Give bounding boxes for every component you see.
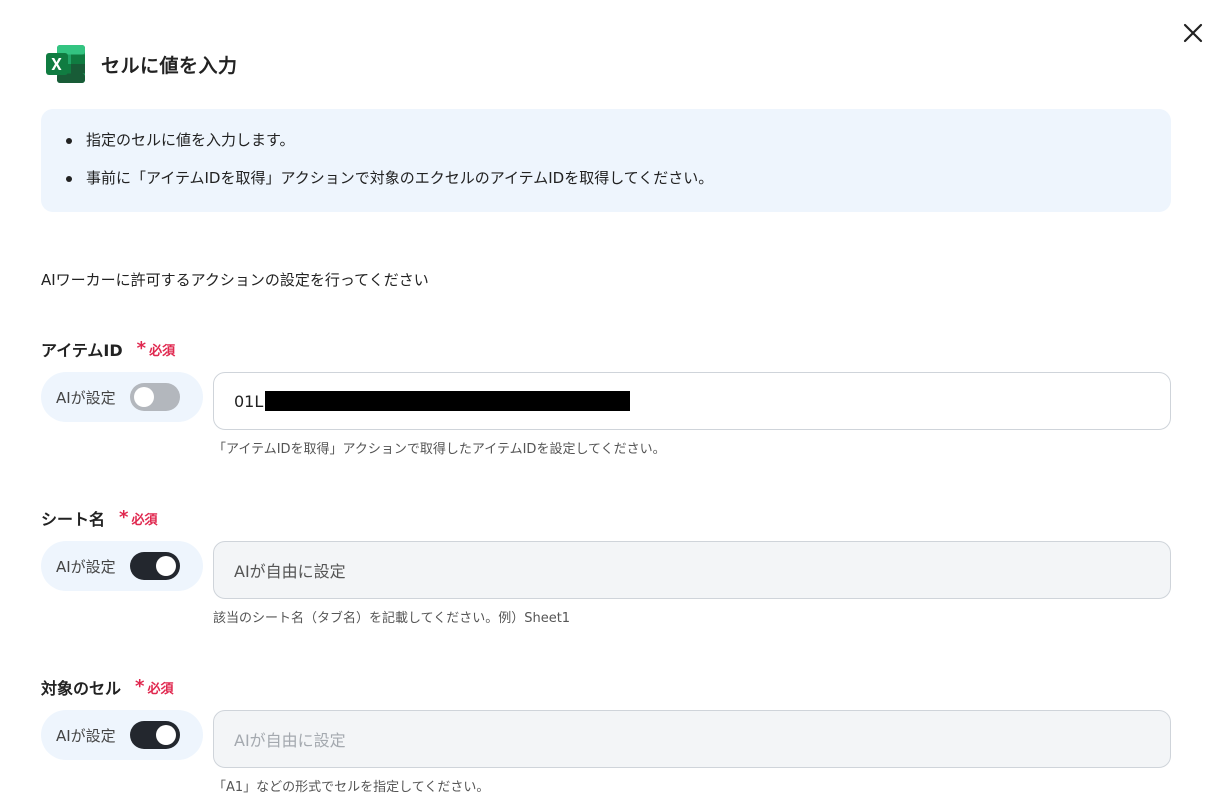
ai-toggle-switch[interactable] [129, 721, 180, 749]
excel-icon [45, 44, 87, 84]
info-box: 指定のセルに値を入力します。 事前に「アイテムIDを取得」アクションで対象のエク… [41, 109, 1171, 212]
field-hint: 「A1」などの形式でセルを指定してください。 [213, 780, 490, 795]
ai-setting-toggle-target-cell: AIが設定 [41, 710, 203, 760]
ai-toggle-switch[interactable] [129, 552, 180, 580]
section-description: AIワーカーに許可するアクションの設定を行ってください [41, 271, 429, 289]
ai-setting-label: AIが設定 [56, 726, 116, 745]
ai-setting-toggle-item-id: AIが設定 [41, 372, 203, 422]
redacted-value [265, 391, 631, 411]
page-title: セルに値を入力 [101, 54, 238, 77]
modal-header: セルに値を入力 [45, 44, 238, 84]
ai-setting-label: AIが設定 [56, 388, 116, 407]
ai-setting-toggle-sheet-name: AIが設定 [41, 541, 203, 591]
required-badge: * 必須 [135, 676, 174, 697]
close-icon [1183, 23, 1203, 43]
item-id-input[interactable]: 01L [213, 372, 1171, 430]
ai-toggle-switch[interactable] [129, 383, 180, 411]
sheet-name-input[interactable]: AIが自由に設定 [213, 541, 1171, 599]
info-item: 事前に「アイテムIDを取得」アクションで対象のエクセルのアイテムIDを取得してく… [66, 167, 1171, 189]
target-cell-input[interactable]: AIが自由に設定 [213, 710, 1171, 768]
field-label-sheet-name: シート名 * 必須 [41, 507, 158, 530]
field-hint: 該当のシート名（タブ名）を記載してください。例）Sheet1 [213, 611, 571, 626]
ai-setting-label: AIが設定 [56, 557, 116, 576]
field-label-target-cell: 対象のセル * 必須 [41, 676, 174, 699]
field-hint: 「アイテムIDを取得」アクションで取得したアイテムIDを設定してください。 [213, 442, 666, 457]
info-item: 指定のセルに値を入力します。 [66, 129, 1171, 151]
required-badge: * 必須 [119, 507, 158, 528]
field-label-item-id: アイテムID * 必須 [41, 338, 176, 361]
close-button[interactable] [1180, 20, 1206, 46]
required-badge: * 必須 [136, 338, 176, 359]
